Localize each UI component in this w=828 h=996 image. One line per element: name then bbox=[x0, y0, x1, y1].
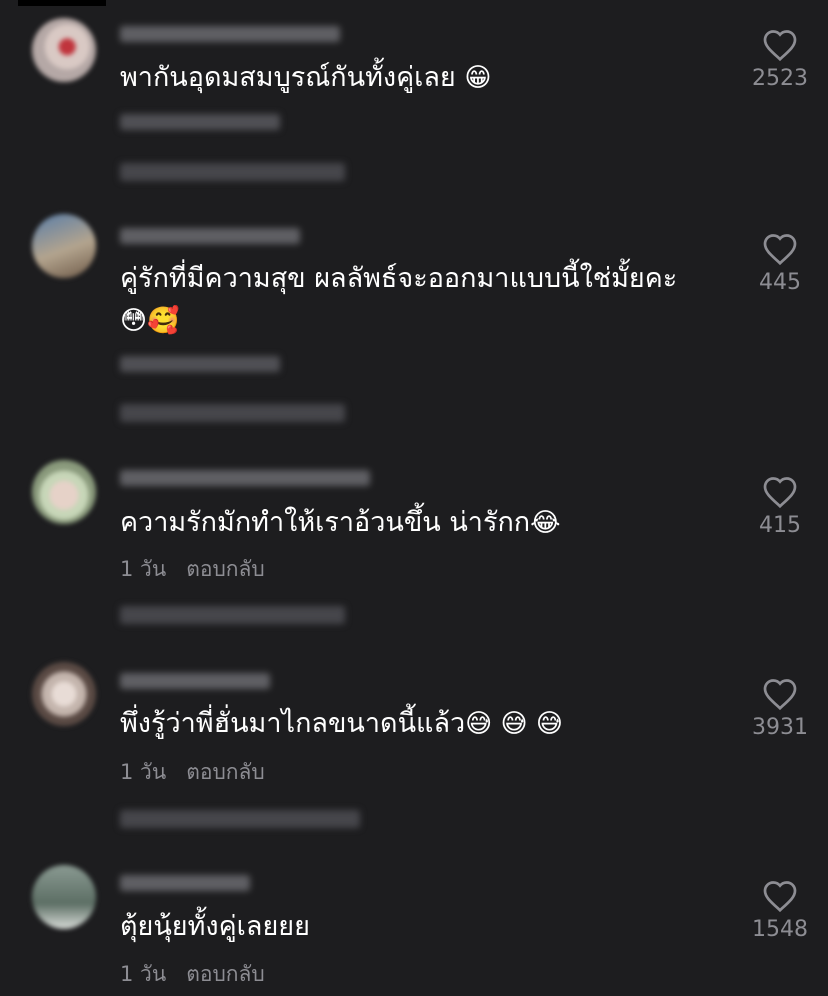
username-blurred[interactable] bbox=[120, 470, 370, 486]
heart-icon bbox=[763, 881, 797, 913]
view-replies-blurred[interactable] bbox=[120, 404, 345, 422]
comment-meta: 1 วัน ตอบกลับ bbox=[120, 553, 265, 586]
comment-text: คู่รักที่มีความสุข ผลลัพธ์จะออกมาแบบนี้ใ… bbox=[120, 258, 740, 342]
comment-text: พึ่งรู้ว่าพี่ฮั่นมาไกลขนาดนี้แล้ว😅 😅 😅 bbox=[120, 703, 720, 745]
heart-icon bbox=[763, 234, 797, 266]
like-count: 2523 bbox=[752, 66, 808, 91]
comment-time: 1 วัน bbox=[120, 760, 167, 784]
avatar[interactable] bbox=[32, 662, 96, 726]
view-replies-blurred[interactable] bbox=[120, 606, 345, 624]
comment-text: ตุ้ยนุ้ยทั้งคู่เลยยย bbox=[120, 906, 720, 948]
reply-button[interactable]: ตอบกลับ bbox=[186, 958, 265, 991]
avatar[interactable] bbox=[32, 865, 96, 929]
heart-icon bbox=[763, 679, 797, 711]
comment-body: ตุ้ยนุ้ยทั้งคู่เลยยย bbox=[120, 911, 310, 942]
comment-emoji: 😅 😅 😅 bbox=[465, 709, 563, 739]
comment-body: ความรักมักทำให้เราอ้วนขึ้น น่ารักก bbox=[120, 507, 531, 538]
avatar[interactable] bbox=[32, 214, 96, 278]
comment-time: 1 วัน bbox=[120, 557, 167, 581]
view-replies-blurred[interactable] bbox=[120, 810, 360, 828]
comment-body: คู่รักที่มีความสุข ผลลัพธ์จะออกมาแบบนี้ใ… bbox=[120, 263, 678, 294]
meta-blurred bbox=[120, 114, 280, 130]
username-blurred[interactable] bbox=[120, 875, 250, 891]
comment-body: พากันอุดมสมบูรณ์กันทั้งคู่เลย bbox=[120, 62, 456, 93]
like-count: 3931 bbox=[752, 715, 808, 740]
comment-meta: 1 วัน ตอบกลับ bbox=[120, 756, 265, 789]
comment-emoji: 😂 bbox=[530, 508, 561, 538]
comment-emoji: 😁 bbox=[464, 63, 492, 93]
like-button[interactable]: 1548 bbox=[740, 879, 820, 942]
comment-body: พึ่งรู้ว่าพี่ฮั่นมาไกลขนาดนี้แล้ว bbox=[120, 708, 466, 739]
comment-meta: 1 วัน ตอบกลับ bbox=[120, 958, 265, 991]
heart-icon bbox=[763, 477, 797, 509]
comment-text: พากันอุดมสมบูรณ์กันทั้งคู่เลย 😁 bbox=[120, 57, 720, 99]
like-button[interactable]: 3931 bbox=[740, 677, 820, 740]
username-blurred[interactable] bbox=[120, 26, 340, 42]
comment-emoji: 😳🥰 bbox=[120, 306, 180, 336]
reply-button[interactable]: ตอบกลับ bbox=[186, 553, 265, 586]
avatar[interactable] bbox=[32, 460, 96, 524]
like-count: 445 bbox=[759, 270, 801, 295]
comment-time: 1 วัน bbox=[120, 962, 167, 986]
reply-button[interactable]: ตอบกลับ bbox=[186, 756, 265, 789]
heart-icon bbox=[763, 30, 797, 62]
like-count: 415 bbox=[759, 513, 801, 538]
like-count: 1548 bbox=[752, 917, 808, 942]
username-blurred[interactable] bbox=[120, 228, 300, 244]
like-button[interactable]: 415 bbox=[740, 475, 820, 538]
top-edge-bar bbox=[18, 0, 106, 6]
avatar[interactable] bbox=[32, 18, 96, 82]
like-button[interactable]: 445 bbox=[740, 232, 820, 295]
like-button[interactable]: 2523 bbox=[740, 28, 820, 91]
meta-blurred bbox=[120, 356, 280, 372]
view-replies-blurred[interactable] bbox=[120, 163, 345, 181]
username-blurred[interactable] bbox=[120, 673, 270, 689]
comment-text: ความรักมักทำให้เราอ้วนขึ้น น่ารักก😂 bbox=[120, 502, 720, 544]
